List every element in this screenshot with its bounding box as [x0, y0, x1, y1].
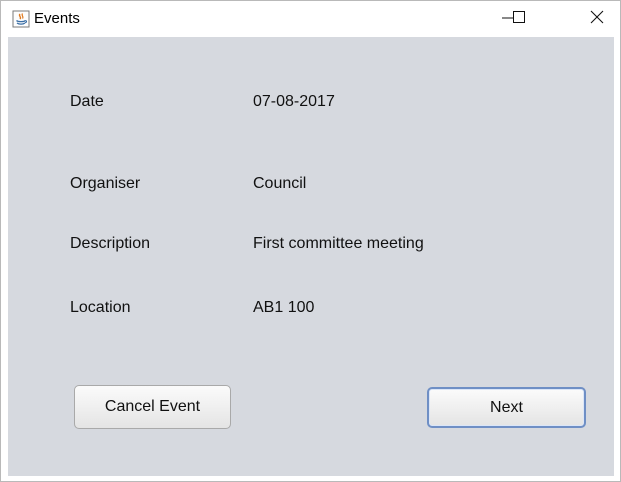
location-label: Location	[70, 299, 131, 316]
description-label: Description	[70, 235, 151, 252]
organiser-label: Organiser	[70, 175, 141, 192]
organiser-value: Council	[253, 175, 307, 192]
java-app-icon[interactable]	[12, 10, 30, 28]
events-window: Events Date 07-08-2017 Organiser Council…	[0, 0, 621, 482]
location-value: AB1 100	[253, 299, 315, 316]
maximize-icon	[512, 10, 526, 29]
maximize-button[interactable]	[496, 1, 542, 37]
next-button[interactable]: Next	[427, 387, 586, 428]
cancel-event-button[interactable]: Cancel Event	[74, 385, 231, 429]
close-button[interactable]	[574, 1, 620, 37]
event-details-panel: Date 07-08-2017 Organiser Council Descri…	[8, 37, 614, 476]
window-title: Events	[34, 10, 80, 27]
close-icon	[590, 10, 604, 29]
description-value: First committee meeting	[253, 235, 424, 252]
title-bar[interactable]: Events	[1, 1, 620, 37]
date-value: 07-08-2017	[253, 93, 335, 110]
date-label: Date	[70, 93, 104, 110]
